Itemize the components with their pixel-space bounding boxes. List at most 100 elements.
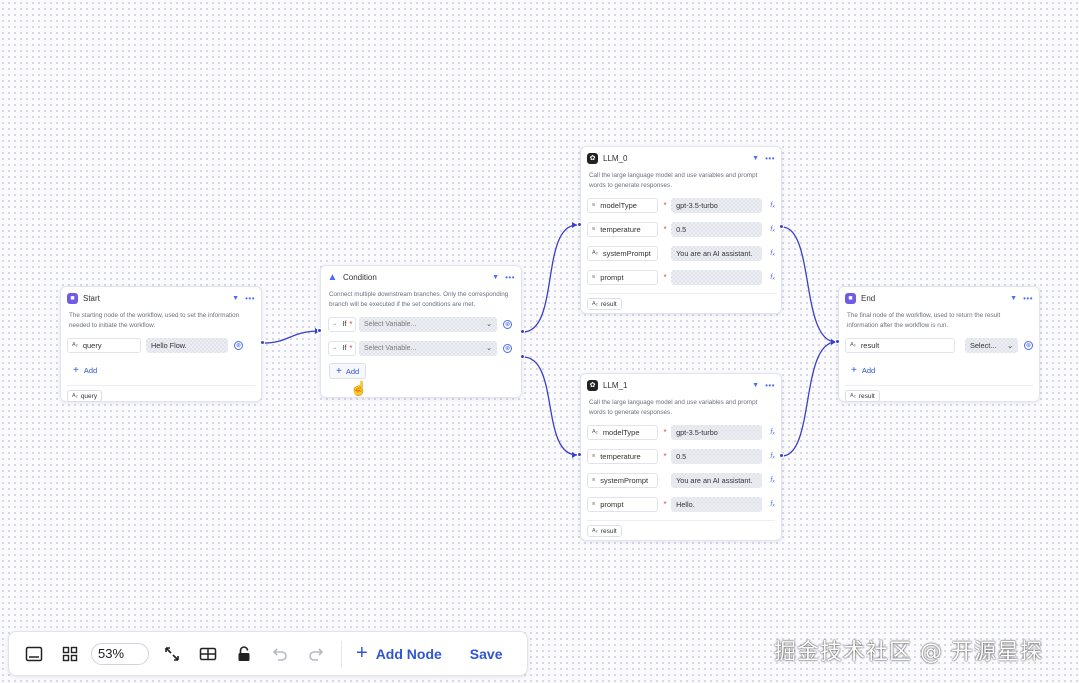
- add-node-button[interactable]: + Add Node: [356, 642, 442, 665]
- llm0-input-handle[interactable]: [577, 222, 582, 227]
- output-tag: A₂ result: [845, 390, 880, 402]
- param-name-field[interactable]: A₂ result: [845, 337, 955, 353]
- condition-input-handle[interactable]: [317, 328, 322, 333]
- param-name-field[interactable]: ≡ prompt: [587, 269, 658, 285]
- param-name-field[interactable]: ≡ temperature: [587, 448, 658, 464]
- param-name-field[interactable]: ≡ systemPrompt: [587, 472, 658, 488]
- param-name-field[interactable]: A₂ query: [67, 337, 141, 353]
- node-header[interactable]: ■ End ▼ •••: [839, 287, 1039, 309]
- param-type-icon: A₂: [592, 429, 598, 435]
- param-name-field[interactable]: ≡ temperature: [587, 221, 658, 237]
- if-label-box: → If *: [328, 316, 356, 332]
- lock-icon[interactable]: [229, 639, 259, 669]
- more-icon[interactable]: •••: [765, 154, 775, 163]
- add-param-button[interactable]: + Add: [839, 361, 1039, 379]
- grid-icon[interactable]: [55, 639, 85, 669]
- function-icon[interactable]: fₓ: [770, 274, 775, 281]
- undo-icon[interactable]: [265, 639, 295, 669]
- output-name: result: [858, 392, 875, 400]
- workflow-canvas[interactable]: ■ Start ▼ ••• The starting node of the w…: [0, 0, 1079, 683]
- remove-param-icon[interactable]: ⊗: [234, 340, 243, 350]
- param-value-field[interactable]: [671, 269, 762, 285]
- function-icon[interactable]: fₓ: [770, 477, 775, 484]
- param-value-field[interactable]: 0.5: [671, 221, 762, 237]
- param-row: ≡ temperature * 0.5 fₓ: [581, 219, 781, 239]
- string-type-icon: A₂: [592, 528, 598, 534]
- function-icon[interactable]: fₓ: [770, 453, 775, 460]
- function-icon[interactable]: fₓ: [770, 226, 775, 233]
- llm1-output-handle[interactable]: [779, 453, 784, 458]
- end-input-handle[interactable]: [835, 339, 840, 344]
- param-value-field[interactable]: Hello.: [671, 496, 762, 512]
- zoom-level-input[interactable]: 53%: [91, 642, 149, 665]
- param-value-field[interactable]: gpt-3.5-turbo: [671, 197, 762, 213]
- edge-llm0-end[interactable]: [781, 226, 837, 343]
- param-name-field[interactable]: ≡ prompt: [587, 496, 658, 512]
- output-name: result: [600, 527, 617, 535]
- llm1-input-handle[interactable]: [577, 452, 582, 457]
- output-name: query: [80, 392, 98, 400]
- condition-branch-2-handle[interactable]: [520, 354, 525, 359]
- if-label: If: [342, 344, 347, 352]
- more-icon[interactable]: •••: [245, 294, 255, 303]
- remove-branch-icon[interactable]: ⊗: [503, 319, 512, 329]
- required-marker: *: [663, 499, 667, 509]
- required-marker: *: [663, 451, 667, 461]
- chevron-down-icon[interactable]: ▼: [752, 155, 759, 162]
- end-node[interactable]: ■ End ▼ ••• The final node of the workfl…: [838, 286, 1040, 402]
- minimap-icon[interactable]: [19, 639, 49, 669]
- more-icon[interactable]: •••: [505, 273, 515, 282]
- param-name-field[interactable]: A₂ systemPrompt: [587, 245, 658, 261]
- more-icon[interactable]: •••: [1023, 294, 1033, 303]
- param-value-field[interactable]: Hello Flow.: [146, 337, 228, 353]
- function-icon[interactable]: fₓ: [770, 429, 775, 436]
- select-output-dropdown[interactable]: Select... ⌄: [965, 337, 1018, 353]
- more-icon[interactable]: •••: [765, 381, 775, 390]
- param-value-field[interactable]: You are an AI assistant.: [671, 245, 762, 261]
- output-tag: A₂ result: [587, 298, 622, 310]
- layout-icon[interactable]: [193, 639, 223, 669]
- start-output-handle[interactable]: [260, 340, 265, 345]
- condition-node[interactable]: ▲ Condition ▼ ••• Connect multiple downs…: [320, 265, 522, 398]
- node-header[interactable]: ✿ LLM_1 ▼ •••: [581, 374, 781, 396]
- chevron-down-icon[interactable]: ▼: [232, 295, 239, 302]
- param-row: ≡ temperature * 0.5 fₓ: [581, 446, 781, 466]
- param-name-field[interactable]: A₂ modelType: [587, 424, 658, 440]
- node-header[interactable]: ✿ LLM_0 ▼ •••: [581, 147, 781, 169]
- param-value-field[interactable]: 0.5: [671, 448, 762, 464]
- add-label: Add: [345, 366, 360, 376]
- add-branch-button[interactable]: + Add: [329, 363, 367, 379]
- node-title: Start: [83, 293, 100, 303]
- select-variable-dropdown[interactable]: Select Variable... ⌄: [359, 340, 497, 356]
- chevron-down-icon[interactable]: ▼: [492, 274, 499, 281]
- node-header[interactable]: ■ Start ▼ •••: [61, 287, 261, 309]
- function-icon[interactable]: fₓ: [770, 501, 775, 508]
- param-name-field[interactable]: ≡ modelType: [587, 197, 658, 213]
- select-variable-dropdown[interactable]: Select Variable... ⌄: [359, 316, 497, 332]
- param-value-field[interactable]: gpt-3.5-turbo: [671, 424, 762, 440]
- save-button[interactable]: Save: [470, 646, 503, 662]
- remove-branch-icon[interactable]: ⊗: [503, 343, 512, 353]
- llm0-output-handle[interactable]: [779, 224, 784, 229]
- remove-param-icon[interactable]: ⊗: [1024, 340, 1033, 350]
- add-param-button[interactable]: + Add: [61, 361, 261, 379]
- condition-branch-1-handle[interactable]: [520, 329, 525, 334]
- edge-condition-llm1[interactable]: [522, 356, 578, 456]
- edge-llm1-end[interactable]: [781, 341, 837, 457]
- llm-node[interactable]: ✿ LLM_1 ▼ ••• Call the large language mo…: [580, 373, 782, 541]
- chevron-down-icon[interactable]: ▼: [752, 382, 759, 389]
- chevron-down-icon[interactable]: ▼: [1010, 295, 1017, 302]
- hand-cursor-icon: ☝: [350, 380, 368, 396]
- llm-node[interactable]: ✿ LLM_0 ▼ ••• Call the large language mo…: [580, 146, 782, 314]
- plus-icon: +: [851, 364, 857, 376]
- fit-view-icon[interactable]: [157, 639, 187, 669]
- start-node[interactable]: ■ Start ▼ ••• The starting node of the w…: [60, 286, 262, 402]
- function-icon[interactable]: fₓ: [770, 202, 775, 209]
- redo-icon[interactable]: [301, 639, 331, 669]
- function-icon[interactable]: fₓ: [770, 250, 775, 257]
- edge-start-condition[interactable]: [262, 330, 321, 344]
- edge-condition-llm0[interactable]: [522, 224, 578, 333]
- node-header[interactable]: ▲ Condition ▼ •••: [321, 266, 521, 288]
- condition-type-icon: →: [332, 321, 338, 327]
- param-value-field[interactable]: You are an AI assistant.: [671, 472, 762, 488]
